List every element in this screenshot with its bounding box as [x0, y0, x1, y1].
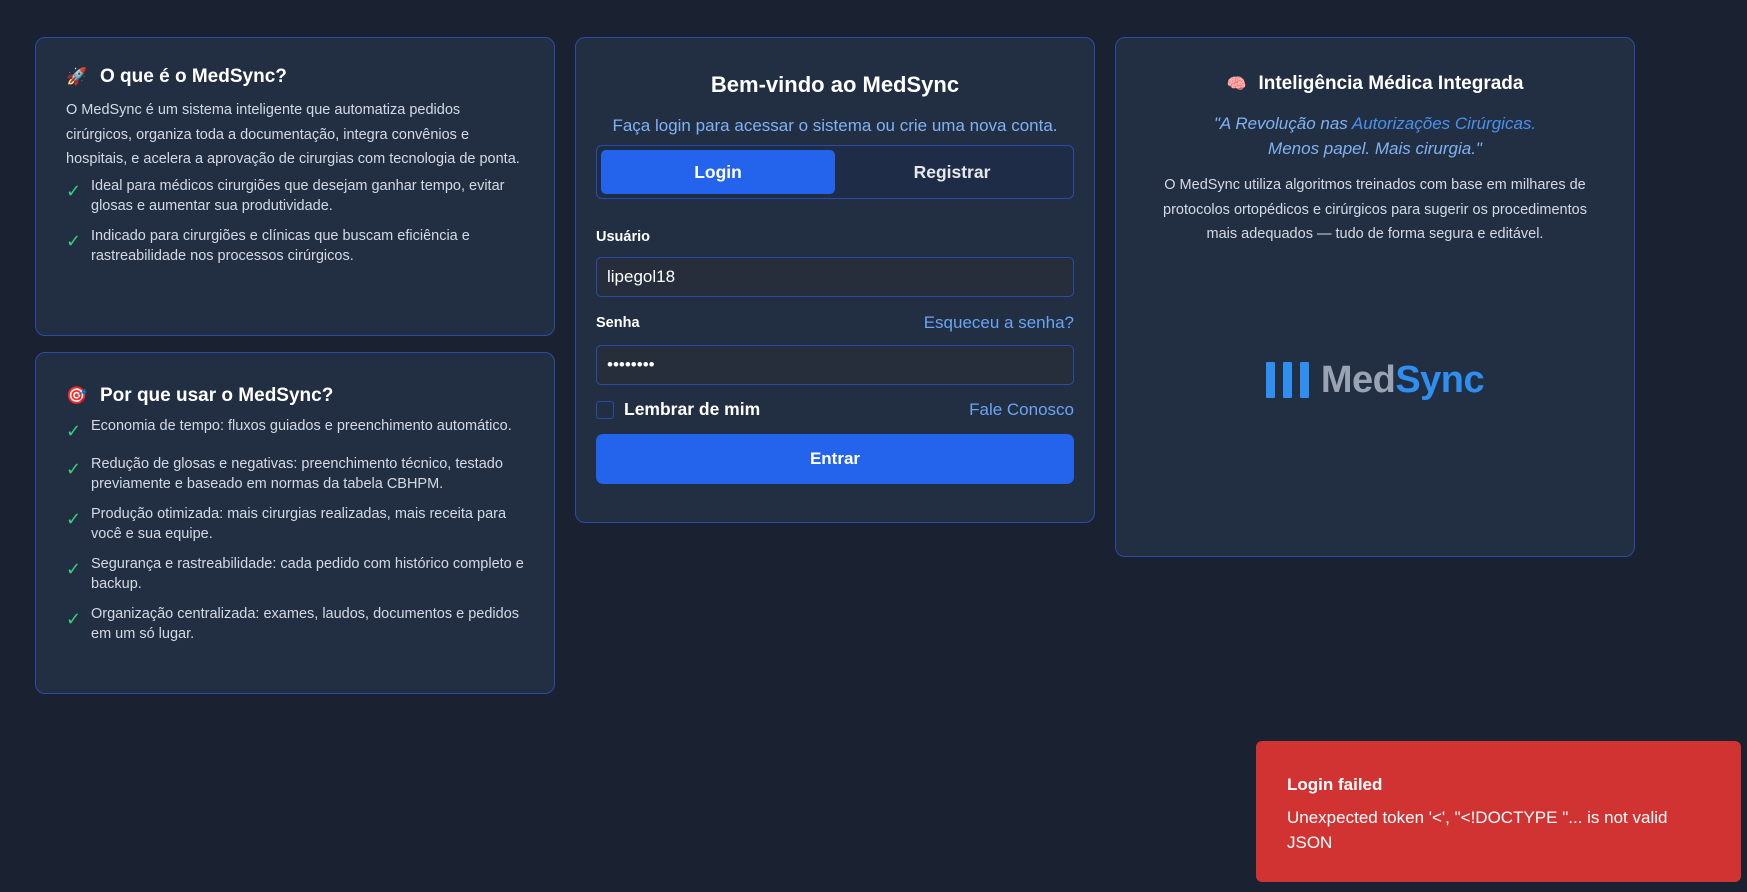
check-icon: ✓	[66, 509, 82, 529]
login-card: Bem-vindo ao MedSync Faça login para ace…	[575, 37, 1095, 523]
ai-description: O MedSync utiliza algoritmos treinados c…	[1163, 177, 1587, 242]
list-item: ✓ Redução de glosas e negativas: preench…	[66, 454, 524, 494]
username-field[interactable]	[596, 257, 1074, 297]
quote-part2: Menos papel. Mais cirurgia."	[1268, 139, 1482, 158]
check-icon: ✓	[66, 459, 82, 479]
check-icon: ✓	[66, 180, 82, 201]
list-item-text: Organização centralizada: exames, laudos…	[91, 606, 520, 642]
tab-login[interactable]: Login	[601, 150, 835, 194]
login-button[interactable]: Entrar	[596, 434, 1074, 484]
list-item: ✓ Indicado para cirurgiões e clínicas qu…	[66, 226, 524, 266]
check-icon: ✓	[66, 559, 82, 579]
list-item: ✓ Segurança e rastreabilidade: cada pedi…	[66, 554, 524, 594]
why-use-heading: 🎯 Por que usar o MedSync?	[66, 385, 524, 407]
quote-highlight: Autorizações Cirúrgicas.	[1351, 114, 1537, 133]
logo-bars-icon	[1265, 362, 1309, 398]
list-item-text: Ideal para médicos cirurgiões que deseja…	[91, 177, 505, 214]
ai-title: Inteligência Médica Integrada	[1258, 73, 1524, 94]
quote-part1: "A Revolução nas	[1213, 114, 1352, 133]
logo-text-med: Med	[1320, 358, 1396, 401]
brain-icon: 🧠	[1226, 76, 1247, 93]
ai-card: 🧠 Inteligência Médica Integrada "A Revol…	[1115, 37, 1635, 557]
error-toast[interactable]: Login failed Unexpected token '<', "<!DO…	[1256, 741, 1741, 882]
auth-tabs: Login Registrar	[596, 145, 1074, 199]
what-is-list: ✓ Ideal para médicos cirurgiões que dese…	[66, 176, 524, 266]
why-use-card: 🎯 Por que usar o MedSync? ✓ Economia de …	[35, 352, 555, 694]
username-label: Usuário	[596, 229, 650, 245]
check-icon: ✓	[66, 230, 82, 251]
rocket-icon: 🚀	[66, 67, 88, 86]
check-icon: ✓	[66, 421, 82, 441]
why-use-list: ✓ Economia de tempo: fluxos guiados e pr…	[66, 416, 524, 644]
check-icon: ✓	[66, 609, 82, 629]
login-title: Bem-vindo ao MedSync	[710, 72, 960, 97]
medsync-logo: Med Sync	[1146, 359, 1604, 402]
what-is-description: O MedSync é um sistema inteligente que a…	[66, 102, 520, 167]
toast-message: Unexpected token '<', "<!DOCTYPE "... is…	[1287, 808, 1668, 852]
list-item-text: Indicado para cirurgiões e clínicas que …	[91, 227, 470, 264]
remember-me[interactable]: Lembrar de mim	[596, 399, 760, 420]
list-item: ✓ Ideal para médicos cirurgiões que dese…	[66, 176, 524, 216]
ai-heading: 🧠 Inteligência Médica Integrada	[1146, 73, 1604, 95]
list-item-text: Segurança e rastreabilidade: cada pedido…	[91, 556, 524, 592]
what-is-card: 🚀 O que é o MedSync? O MedSync é um sist…	[35, 37, 555, 336]
logo-text-sync: Sync	[1395, 358, 1485, 401]
remember-row: Lembrar de mim Fale Conosco	[596, 399, 1074, 420]
list-item-text: Redução de glosas e negativas: preenchim…	[91, 456, 503, 492]
remember-label: Lembrar de mim	[624, 399, 761, 419]
remember-checkbox[interactable]	[596, 400, 614, 419]
password-label: Senha	[596, 315, 640, 331]
list-item: ✓ Organização centralizada: exames, laud…	[66, 604, 524, 644]
list-item: ✓ Economia de tempo: fluxos guiados e pr…	[66, 416, 524, 444]
list-item-text: Produção otimizada: mais cirurgias reali…	[91, 506, 507, 542]
login-subtitle: Faça login para acessar o sistema ou cri…	[612, 116, 1058, 135]
list-item: ✓ Produção otimizada: mais cirurgias rea…	[66, 504, 524, 544]
password-field[interactable]	[596, 345, 1074, 385]
list-item-text: Economia de tempo: fluxos guiados e pree…	[91, 418, 512, 434]
password-label-row: Senha Esqueceu a senha?	[596, 313, 1074, 333]
toast-title: Login failed	[1287, 775, 1383, 794]
tab-register[interactable]: Registrar	[835, 150, 1069, 194]
what-is-title: O que é o MedSync?	[100, 66, 287, 87]
what-is-heading: 🚀 O que é o MedSync?	[66, 66, 524, 88]
contact-link[interactable]: Fale Conosco	[969, 400, 1074, 420]
target-icon: 🎯	[66, 386, 88, 405]
forgot-password-link[interactable]: Esqueceu a senha?	[924, 313, 1074, 333]
why-use-title: Por que usar o MedSync?	[100, 385, 334, 406]
ai-quote: "A Revolução nas Autorizações Cirúrgicas…	[1146, 111, 1604, 161]
